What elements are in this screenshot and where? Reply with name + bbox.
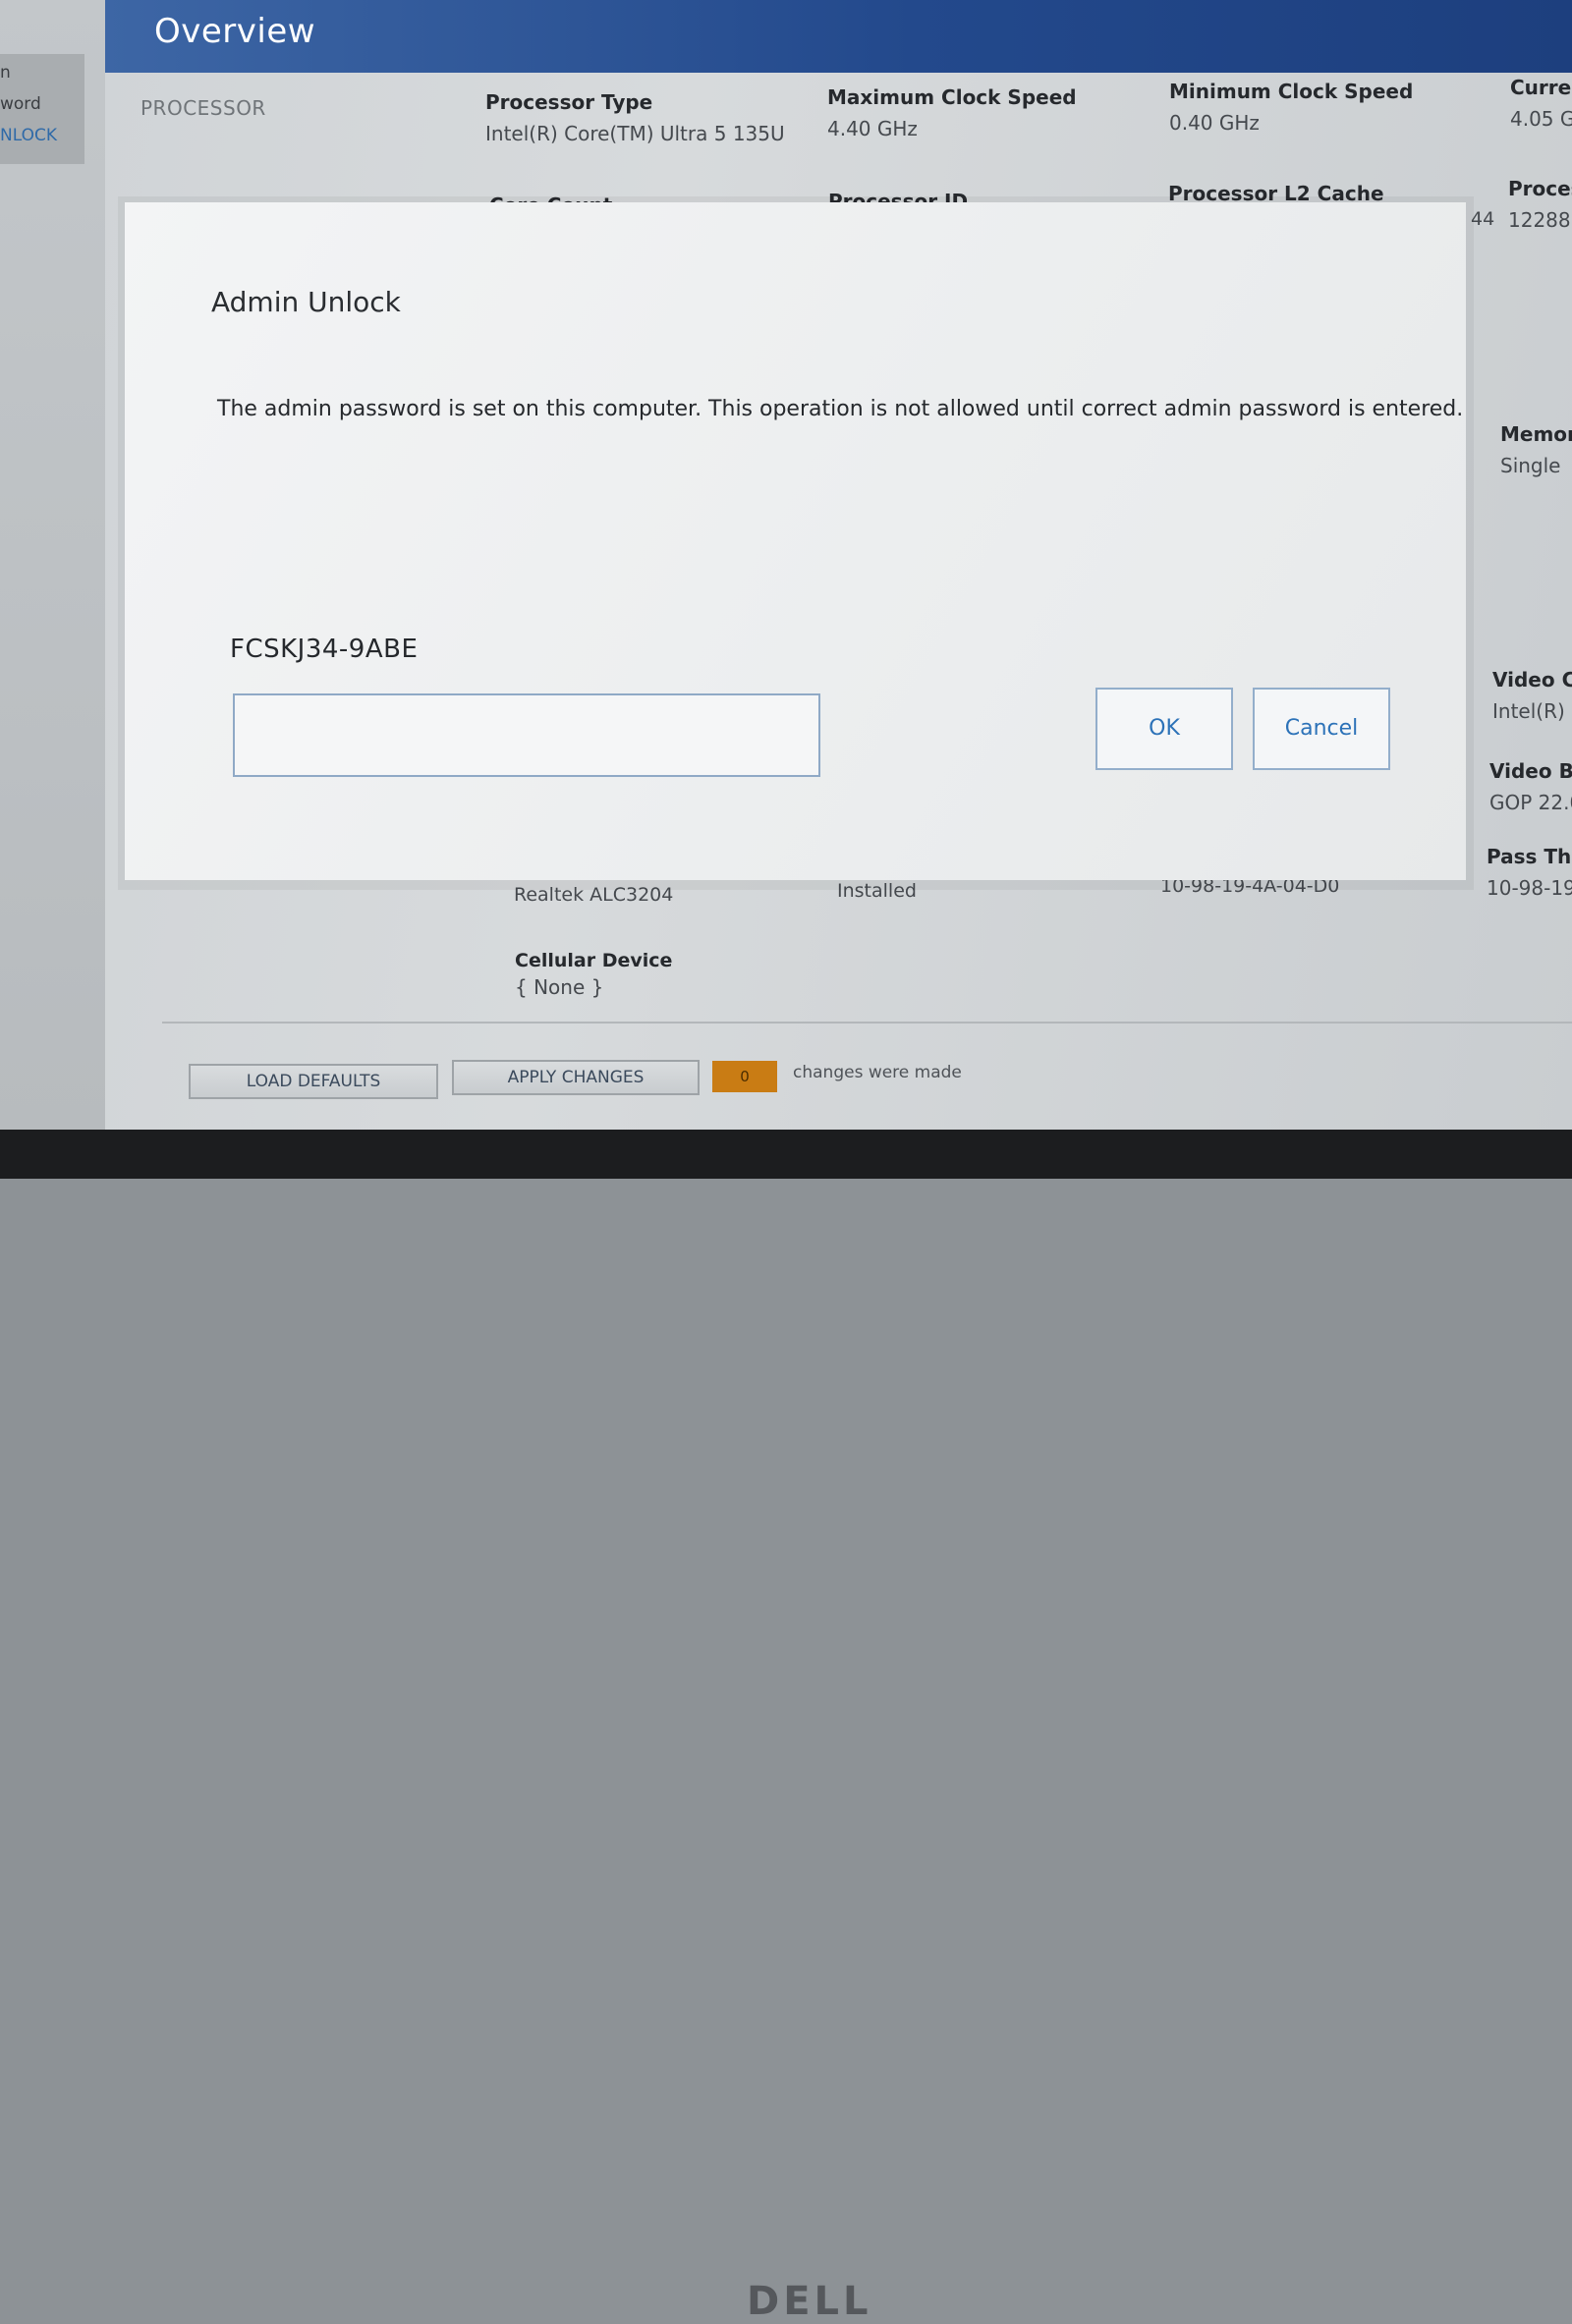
apply-changes-button[interactable]: APPLY CHANGES <box>452 1060 700 1095</box>
field-label: Video Co <box>1492 668 1572 692</box>
sidebar-item-password[interactable]: word <box>0 94 41 114</box>
dell-logo: DELL <box>747 2279 872 2324</box>
field-value: Intel(R) Core(TM) Ultra 5 135U <box>485 122 785 145</box>
field-value: 12288 k <box>1508 208 1572 232</box>
page-title: Overview <box>154 12 316 51</box>
field-memory: Memory Single <box>1500 422 1572 477</box>
field-pass-through-mac: Pass Thro 10-98-19-4 <box>1487 845 1572 900</box>
dialog-title: Admin Unlock <box>211 286 401 318</box>
field-processor-type: Processor Type Intel(R) Core(TM) Ultra 5… <box>485 90 785 145</box>
challenge-code: FCSKJ34-9ABE <box>230 635 419 664</box>
changes-status-text: changes were made <box>793 1063 962 1082</box>
section-label-processor: PROCESSOR <box>140 96 266 120</box>
monitor-bezel: DELL <box>0 1130 1572 2324</box>
footer-divider <box>162 1022 1572 1024</box>
field-cellular-device: Cellular Device { None } <box>515 950 672 999</box>
field-value: GOP 22.0. <box>1489 791 1572 814</box>
changes-count-badge: 0 <box>712 1061 777 1092</box>
field-label: Minimum Clock Speed <box>1169 80 1414 103</box>
field-label: Video BIO <box>1489 759 1572 783</box>
field-label: Curren <box>1510 76 1572 99</box>
field-value: 0.40 GHz <box>1169 111 1260 135</box>
field-label: Processor Type <box>485 90 653 114</box>
field-value: 4.05 GI <box>1510 107 1572 131</box>
field-value: Single <box>1500 454 1561 477</box>
field-min-clock-speed: Minimum Clock Speed 0.40 GHz <box>1169 80 1413 135</box>
field-value: { None } <box>515 975 604 999</box>
page-header: Overview <box>105 0 1572 73</box>
field-label: Cellular Device <box>515 950 673 971</box>
dialog-message: The admin password is set on this comput… <box>217 397 1464 421</box>
bios-screen: n word NLOCK Overview PROCESSOR Processo… <box>0 0 1572 1130</box>
field-value: Intel(R) G <box>1492 699 1572 723</box>
admin-password-input[interactable] <box>233 693 820 777</box>
field-video-bios: Video BIO GOP 22.0. <box>1489 759 1572 814</box>
sidebar-item-partial[interactable]: n <box>0 63 11 83</box>
field-label: Maximum Clock Speed <box>827 85 1077 109</box>
load-defaults-button[interactable]: LOAD DEFAULTS <box>189 1064 438 1099</box>
field-value-partial: 44 <box>1471 208 1495 230</box>
cancel-button[interactable]: Cancel <box>1253 688 1390 770</box>
field-label: Pass Thro <box>1487 845 1572 868</box>
sidebar-item-admin-unlock[interactable]: NLOCK <box>0 126 57 145</box>
admin-unlock-dialog: Admin Unlock The admin password is set o… <box>125 202 1466 880</box>
field-value: 10-98-19-4 <box>1487 876 1572 900</box>
field-processor-l3-cache: Proces 12288 k <box>1508 177 1572 232</box>
ok-button[interactable]: OK <box>1095 688 1233 770</box>
field-max-clock-speed: Maximum Clock Speed 4.40 GHz <box>827 85 1077 140</box>
field-value: 4.40 GHz <box>827 117 918 140</box>
field-video-controller: Video Co Intel(R) G <box>1492 668 1572 723</box>
field-current-clock-speed: Curren 4.05 GI <box>1510 76 1572 131</box>
field-label: Proces <box>1508 177 1572 200</box>
field-label: Memory <box>1500 422 1572 446</box>
sidebar: n word NLOCK <box>0 0 105 1130</box>
